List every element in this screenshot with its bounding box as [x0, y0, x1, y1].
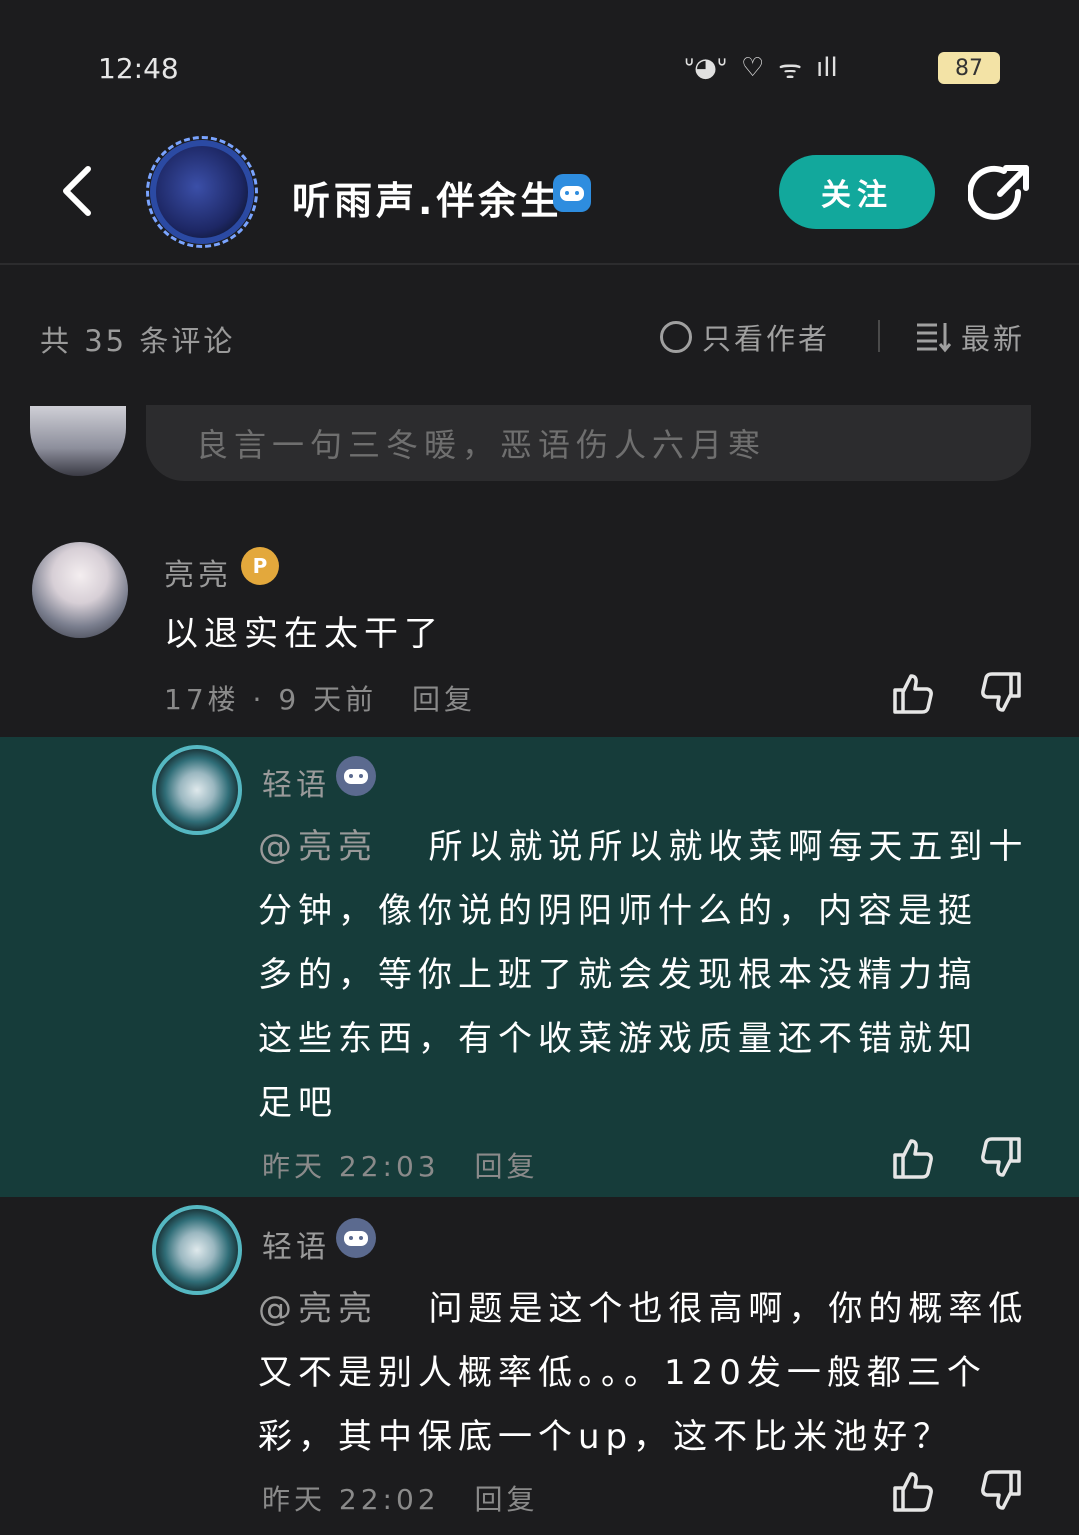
replier-name[interactable]: 轻语: [262, 760, 330, 804]
author-only-label: 只看作者: [702, 322, 831, 356]
gamepad-icon: [560, 186, 584, 201]
replier-avatar[interactable]: [152, 1205, 242, 1295]
sort-toggle[interactable]: 最新: [915, 316, 1025, 358]
status-time: 12:48: [98, 52, 179, 85]
thumbs-up-icon: [893, 1139, 933, 1179]
like-button[interactable]: [889, 1135, 935, 1185]
comment-meta: 17楼 · 9 天前 回复: [164, 683, 476, 716]
signal-icon: ıll: [816, 53, 838, 83]
status-icons: ᐡ◕ᐡ ♡ ᯤ ıll: [684, 48, 838, 88]
reply-button[interactable]: 回复: [412, 683, 476, 716]
wifi-icon: ᯤ: [778, 55, 802, 85]
level-badge-icon: P: [241, 547, 279, 585]
reply-text: @亮亮 所以就说所以就收菜啊每天五到十 分钟，像你说的阴阳师什么的，内容是挺 多…: [258, 827, 1029, 1123]
like-button[interactable]: [889, 670, 935, 720]
thumbs-down-icon: [981, 672, 1021, 712]
reply-button[interactable]: 回复: [475, 1150, 539, 1183]
sort-label: 最新: [961, 322, 1026, 356]
reply-button[interactable]: 回复: [475, 1483, 539, 1516]
mention-link[interactable]: @亮亮: [258, 1289, 378, 1329]
comment-text: 以退实在太干了: [164, 614, 444, 654]
sort-icon: [917, 323, 951, 353]
chevron-left-icon: [63, 166, 91, 216]
reply-text: @亮亮 问题是这个也很高啊，你的概率低 又不是别人概率低。。。120发一般都三个…: [258, 1289, 1029, 1457]
commenter-avatar[interactable]: [32, 542, 128, 638]
comment-count: 共 35 条评论: [40, 324, 236, 358]
replier-name[interactable]: 轻语: [262, 1222, 330, 1266]
dislike-button[interactable]: [979, 670, 1025, 720]
dislike-button[interactable]: [979, 1135, 1025, 1185]
verified-badge: [553, 174, 591, 212]
current-user-avatar: [30, 406, 126, 476]
commenter-name[interactable]: 亮亮: [164, 550, 232, 594]
heart-icon: ♡: [740, 53, 765, 83]
reply-meta: 昨天 22:02 回复: [262, 1478, 539, 1518]
game-badge: [336, 1218, 376, 1258]
floor-number: 17楼: [164, 683, 240, 716]
share-icon: [967, 165, 1029, 220]
battery-indicator: 87: [938, 52, 1000, 84]
thumbs-down-icon: [981, 1137, 1021, 1177]
share-button[interactable]: [967, 162, 1032, 226]
thumbs-up-icon: [893, 1472, 933, 1512]
author-name[interactable]: 听雨声.伴余生: [292, 170, 562, 225]
reply-meta: 昨天 22:03 回复: [262, 1145, 539, 1185]
author-only-toggle[interactable]: 只看作者: [660, 316, 830, 358]
reply-time: 昨天 22:03: [262, 1150, 440, 1183]
thumbs-up-icon: [893, 674, 933, 714]
radio-icon: [660, 321, 692, 353]
game-badge: [336, 756, 376, 796]
thumbs-down-icon: [981, 1470, 1021, 1510]
comment-time: 9 天前: [278, 683, 378, 716]
gamepad-icon: [344, 769, 368, 784]
notification-icon: ᐡ◕ᐡ: [684, 53, 727, 83]
reply-input[interactable]: 良言一句三冬暖，恶语伤人六月寒: [146, 405, 1031, 481]
gamepad-icon: [344, 1231, 368, 1246]
follow-button[interactable]: 关注: [779, 155, 935, 229]
dislike-button[interactable]: [979, 1468, 1025, 1518]
author-avatar[interactable]: [146, 136, 258, 248]
back-button[interactable]: [56, 163, 106, 219]
divider: [878, 320, 880, 352]
mention-link[interactable]: @亮亮: [258, 827, 378, 867]
like-button[interactable]: [889, 1468, 935, 1518]
reply-time: 昨天 22:02: [262, 1483, 440, 1516]
replier-avatar[interactable]: [152, 745, 242, 835]
